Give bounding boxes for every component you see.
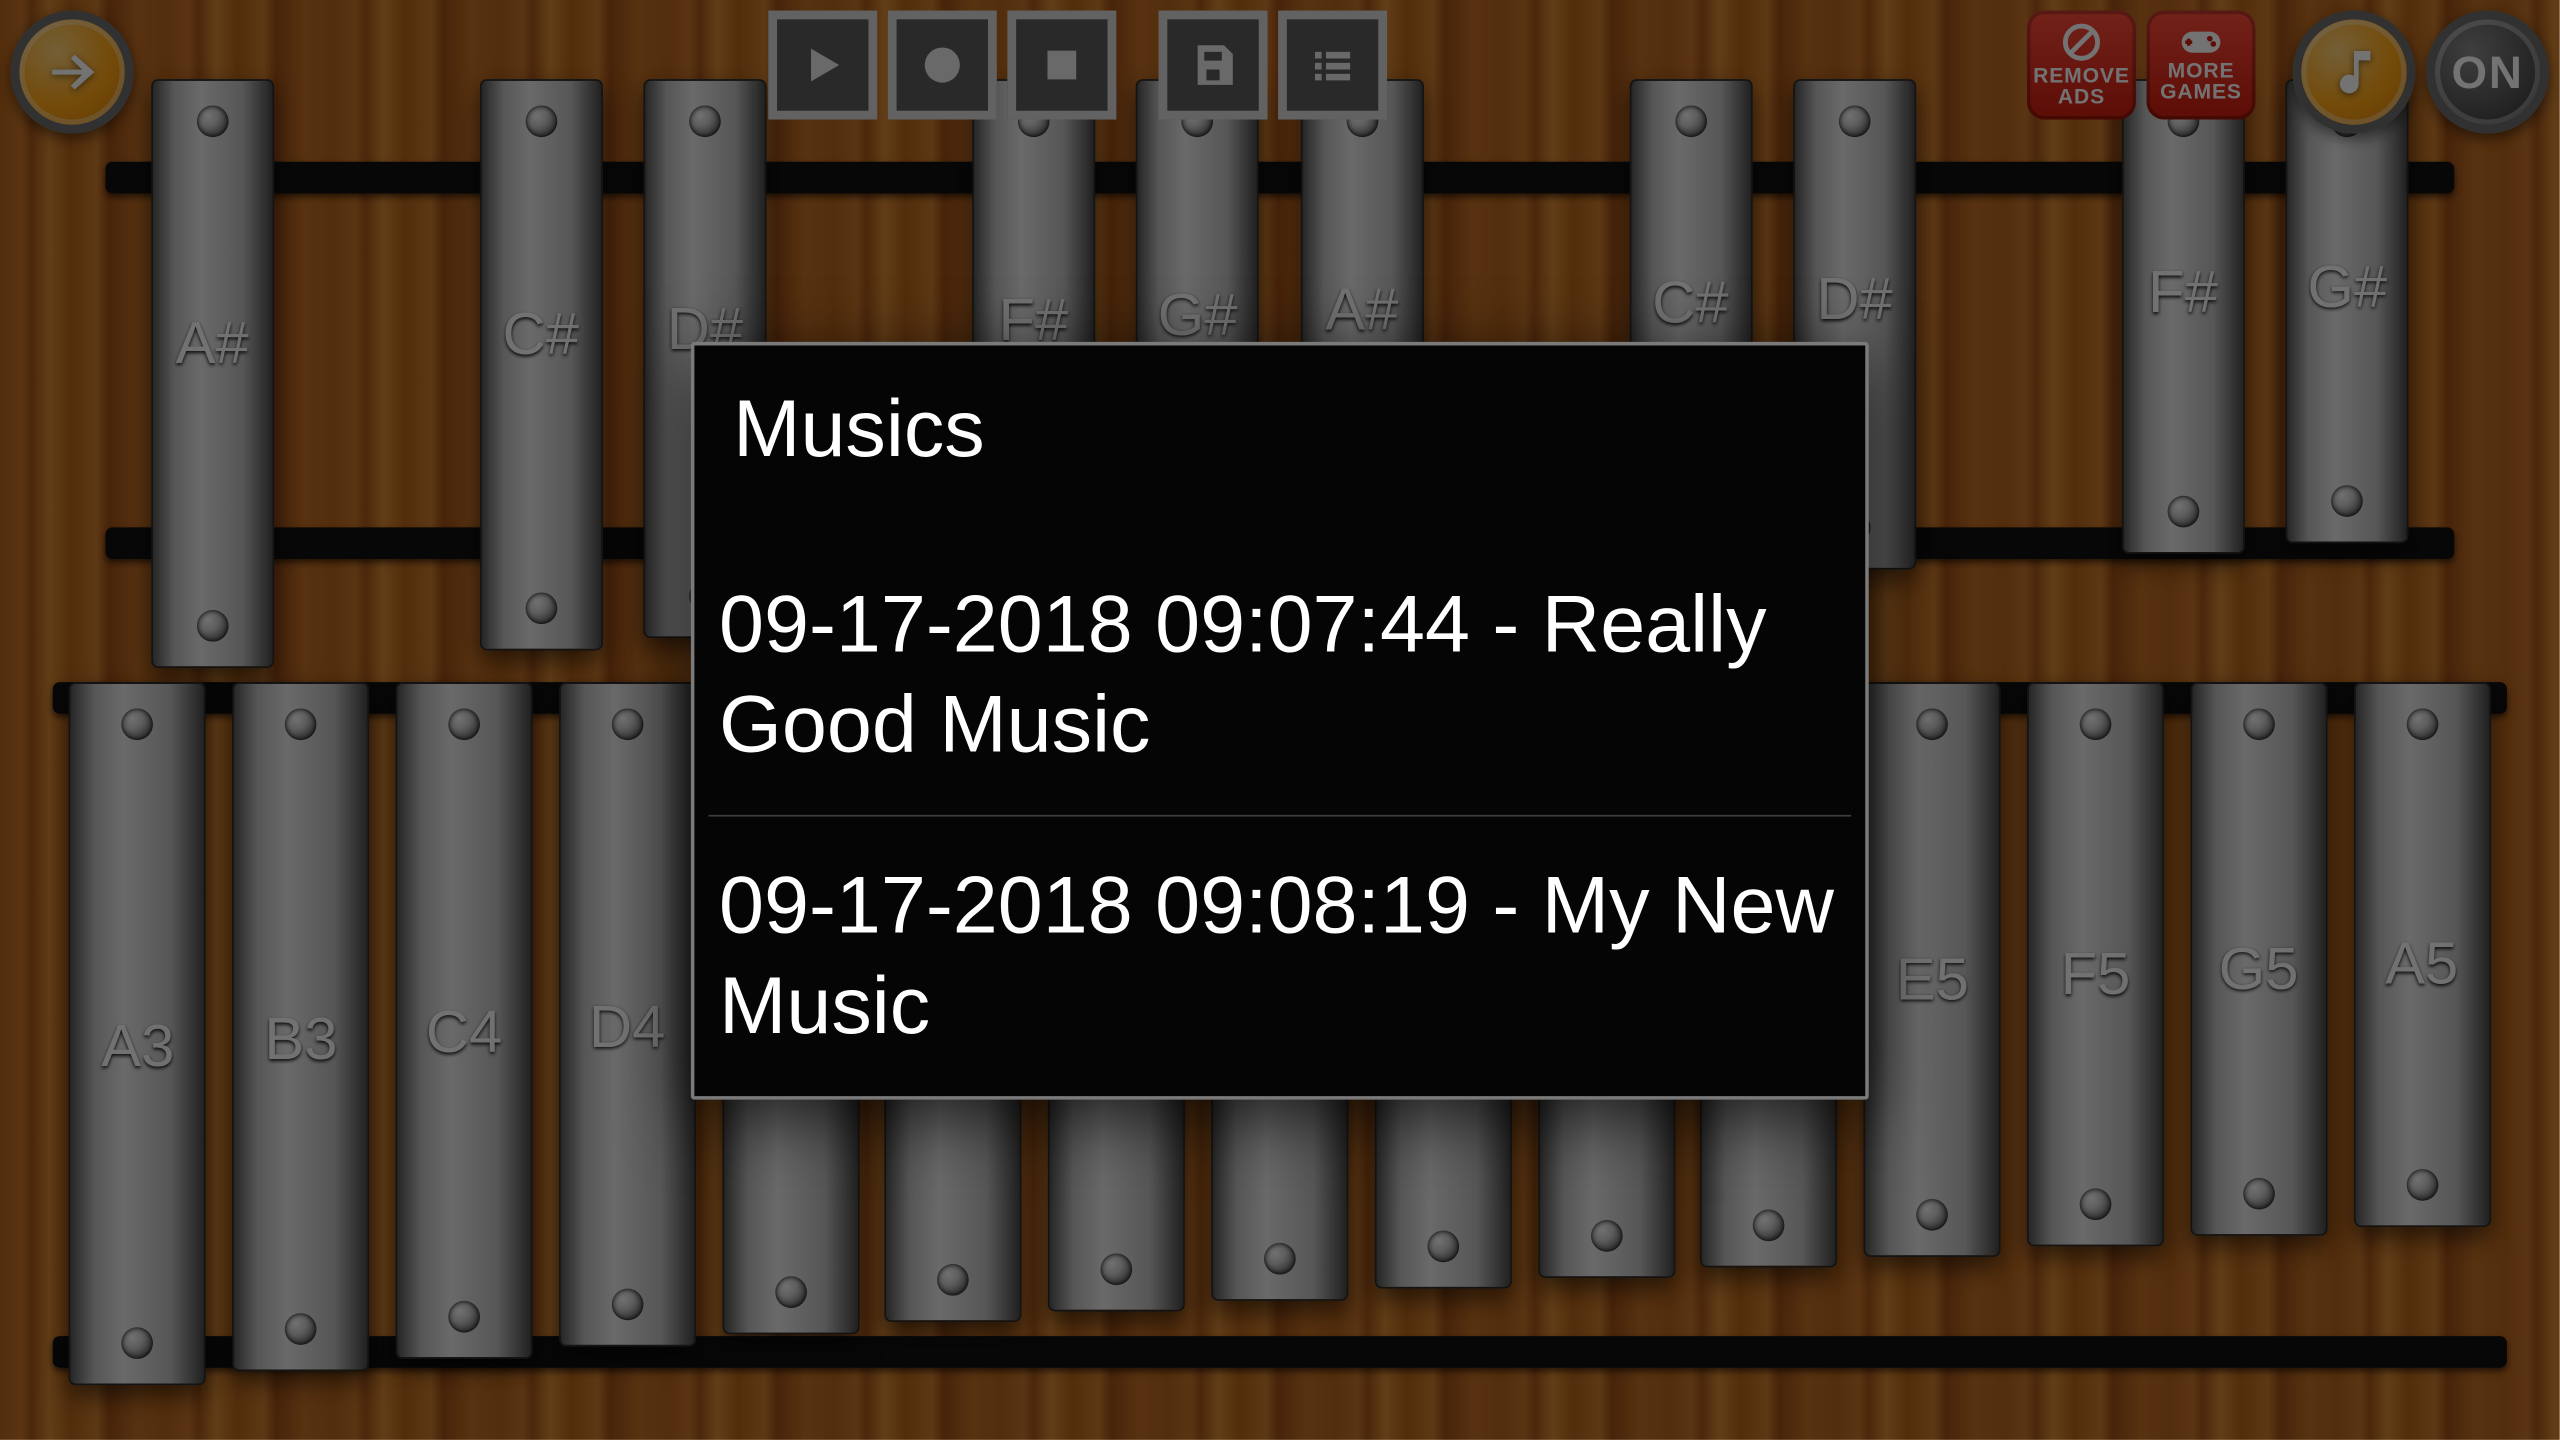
music-list-item[interactable]: 09-17-2018 09:08:19 - My New Music — [694, 816, 1865, 1096]
dialog-title: Musics — [694, 345, 1865, 535]
musics-dialog: Musics 09-17-2018 09:07:44 - Really Good… — [691, 341, 1869, 1099]
music-list-item[interactable]: 09-17-2018 09:07:44 - Really Good Music — [694, 534, 1865, 814]
